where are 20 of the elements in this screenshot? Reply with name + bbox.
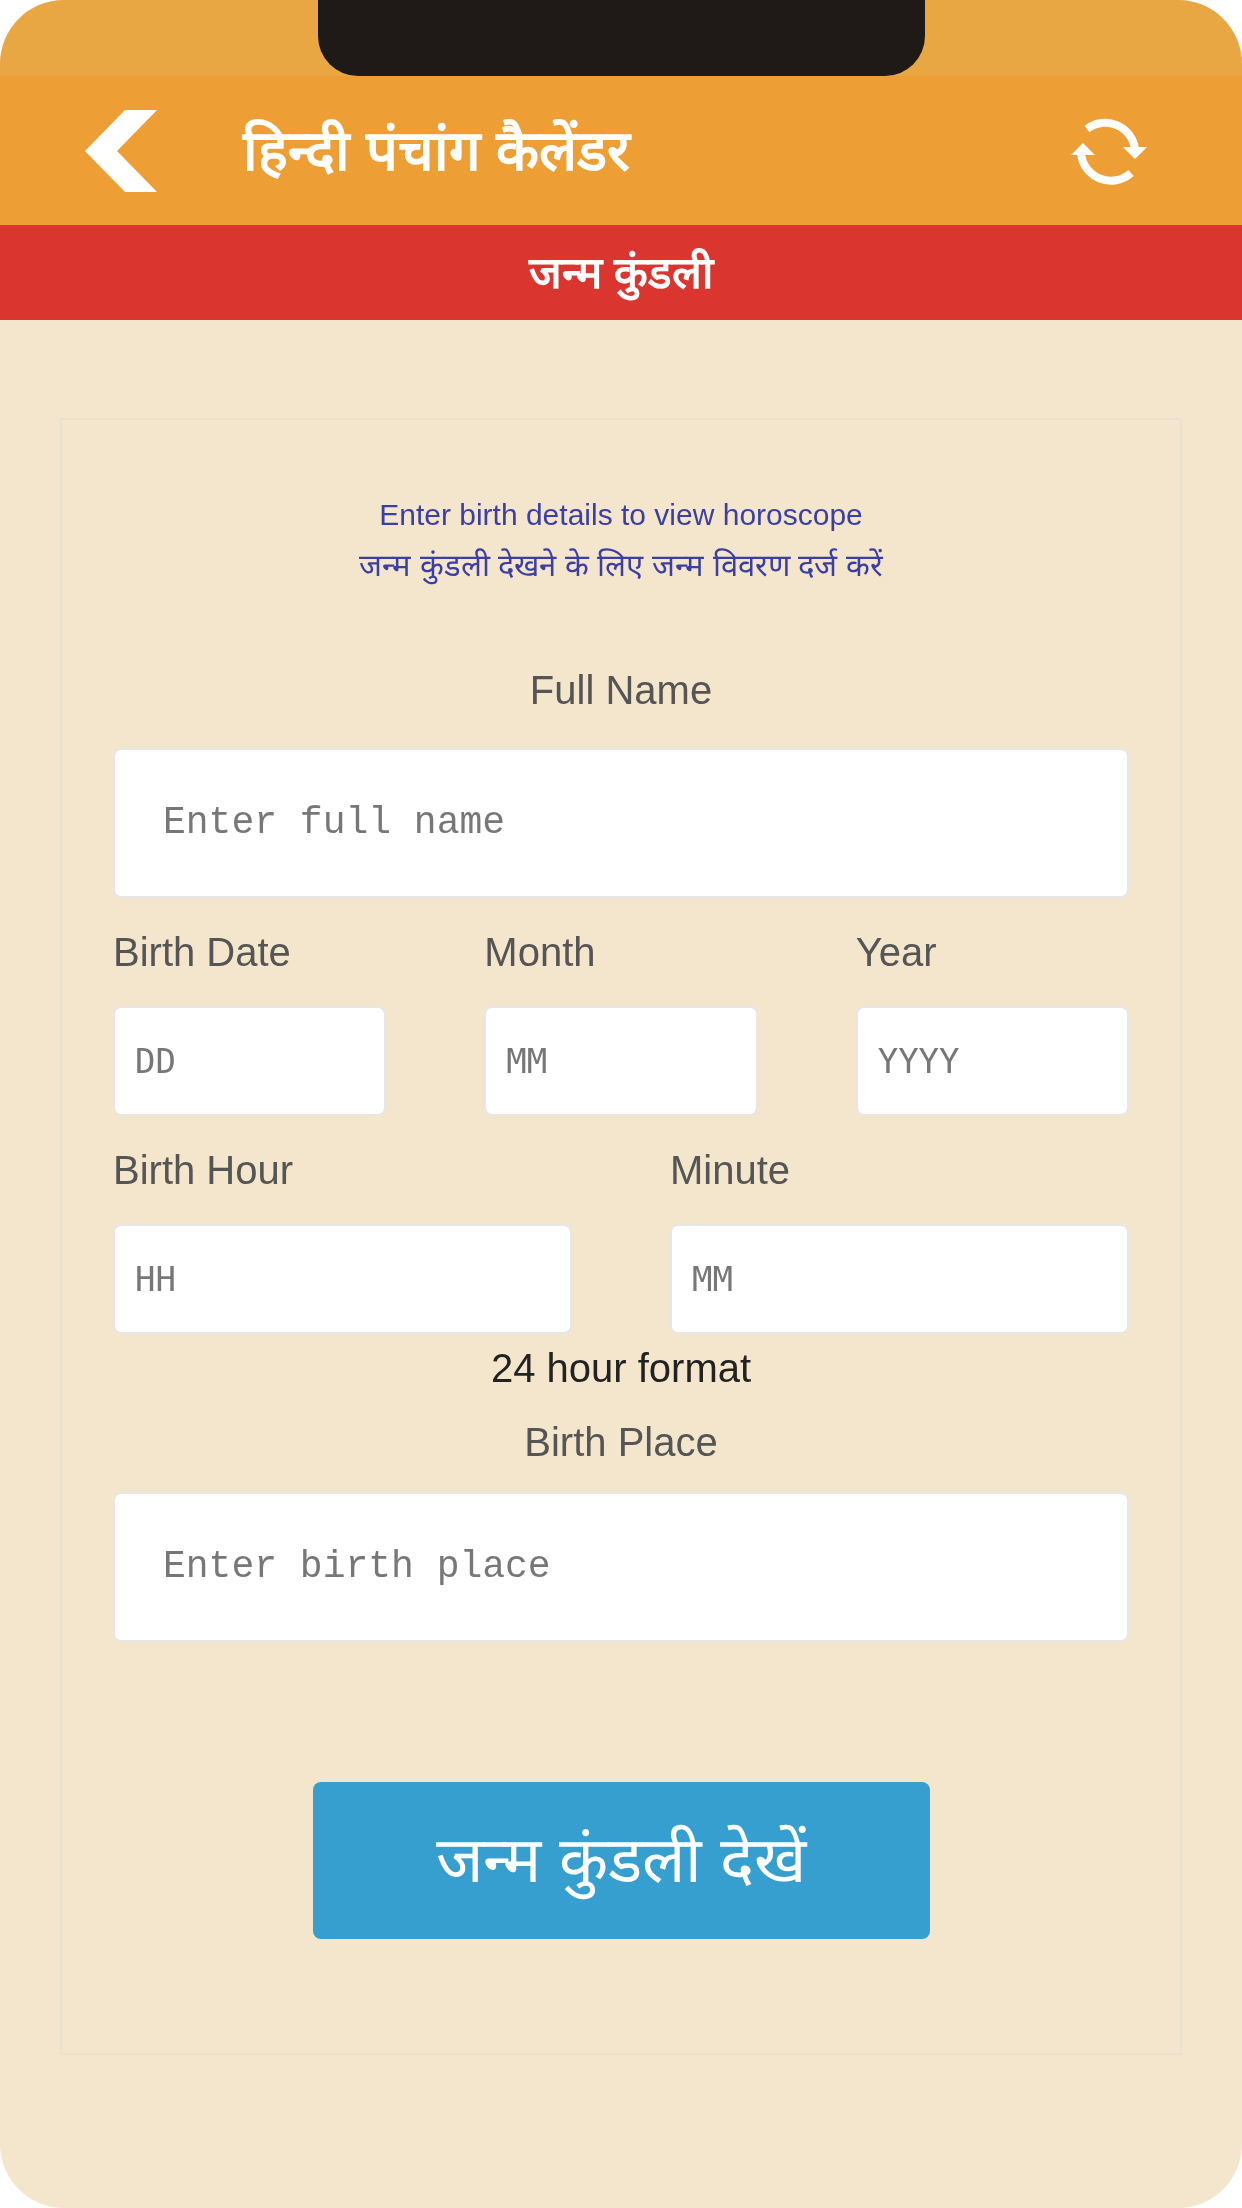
section-title: जन्म कुंडली	[528, 239, 714, 306]
intro-text-hindi: जन्म कुंडली देखने के लिए जन्म विवरण दर्ज करें	[359, 547, 883, 587]
field-label: Birth Date	[113, 928, 292, 976]
birth-place-field[interactable]: Enter birth place	[113, 1491, 1129, 1642]
field-label: Month	[484, 928, 597, 976]
submit-button[interactable]: जन्म कुंडली देखें	[312, 1781, 930, 1939]
field-label: Full Name	[529, 666, 713, 714]
date-field[interactable]: YYYY	[855, 1005, 1129, 1116]
field-label: Birth Place	[524, 1418, 718, 1466]
field-label: Year	[855, 928, 938, 976]
format-note: 24 hour format	[490, 1344, 752, 1392]
field-label: Minute	[670, 1146, 792, 1194]
date-field[interactable]: DD	[113, 1005, 387, 1116]
name-field[interactable]: Enter full name	[113, 747, 1129, 898]
time-field[interactable]: MM	[670, 1223, 1129, 1334]
time-field[interactable]: HH	[113, 1223, 572, 1334]
app-title: हिन्दी पंचांग कैलेंडर	[243, 117, 631, 184]
date-field[interactable]: MM	[484, 1005, 758, 1116]
intro-text: Enter birth details to view horoscope	[379, 497, 863, 533]
field-label: Birth Hour	[113, 1146, 295, 1194]
